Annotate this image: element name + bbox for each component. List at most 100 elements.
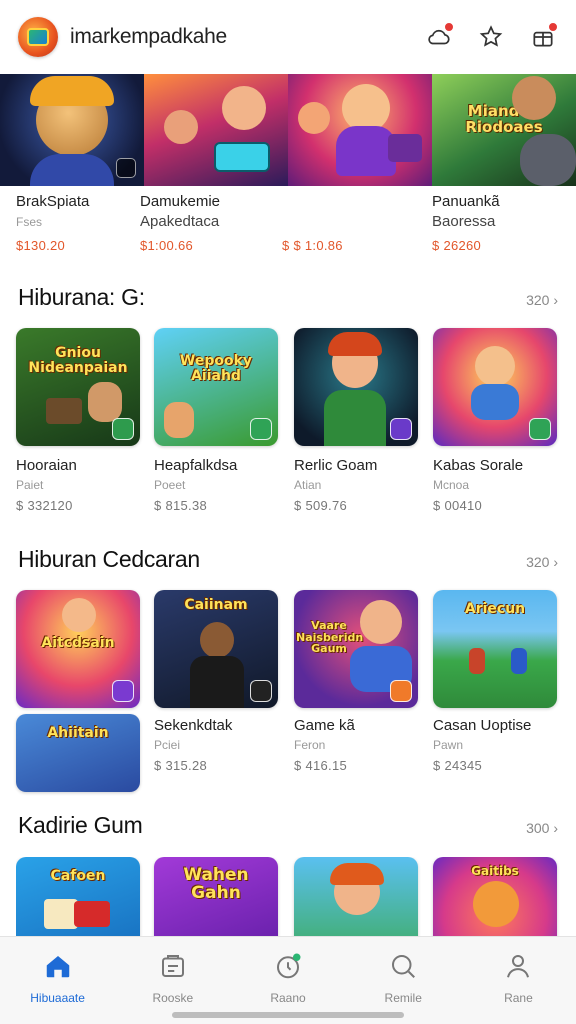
logo-mark <box>27 28 49 46</box>
nav-item-search[interactable]: Remile <box>346 937 461 1024</box>
platform-badge-icon <box>390 680 412 702</box>
nav-label: Remile <box>384 991 422 1005</box>
profile-icon <box>507 955 530 978</box>
game-meta[interactable]: Kabas Sorale Mcnoa $ 00410 <box>433 456 563 513</box>
game-tile[interactable]: Vaare Naisberidn Gaum <box>294 590 418 708</box>
game-meta[interactable]: Hooraian Paiet $ 332120 <box>16 456 146 513</box>
banner-subtitle: Apakedtaca <box>140 213 220 230</box>
banner-price: $ $ 1:0.86 <box>282 238 343 253</box>
game-tile[interactable]: Wahen Gahn <box>154 857 278 937</box>
platform-badge-icon <box>250 680 272 702</box>
device-art <box>46 398 82 424</box>
game-tile[interactable]: Aitcdsain <box>16 590 140 708</box>
section-header: Hiburana: G: 320 › <box>18 284 558 311</box>
nav-item-store[interactable]: Rooske <box>115 937 230 1024</box>
character-art <box>475 346 515 386</box>
banner-name: Panuankã <box>432 193 500 210</box>
platform-badge-icon <box>116 158 136 178</box>
platform-badge-icon <box>112 680 134 702</box>
character-art <box>88 382 122 422</box>
banner-price: $130.20 <box>16 238 66 253</box>
character-hair-art <box>328 332 382 356</box>
nav-item-profile[interactable]: Rane <box>461 937 576 1024</box>
nav-item-home[interactable]: Hibuaaate <box>0 937 115 1024</box>
game-tile[interactable] <box>294 328 418 446</box>
section-title: Hiburan Cedcaran <box>18 546 200 572</box>
game-grid: Cafoen Wahen Gahn Gaitibs <box>16 857 562 937</box>
cloud-alert-icon[interactable] <box>424 22 454 52</box>
notification-dot <box>444 22 454 32</box>
game-meta[interactable]: Sekenkdtak Pciei $ 315.28 <box>154 716 284 773</box>
game-name: Sekenkdtak <box>154 717 233 734</box>
character-art <box>164 110 198 144</box>
game-category: Atian <box>294 478 322 492</box>
see-all-link[interactable]: 320 › <box>526 554 558 570</box>
app-logo[interactable] <box>18 17 58 57</box>
nav-label: Rooske <box>152 991 194 1005</box>
game-tile[interactable] <box>433 328 557 446</box>
game-tile[interactable]: Caiinam <box>154 590 278 708</box>
see-all-link[interactable]: 300 › <box>526 820 558 836</box>
see-all-link[interactable]: 320 › <box>526 292 558 308</box>
game-meta[interactable]: Game kã Feron $ 416.15 <box>294 716 424 773</box>
home-indicator[interactable] <box>172 1012 404 1018</box>
character-body-art <box>336 126 396 176</box>
device-art <box>388 134 422 162</box>
tile-title: Aitcdsain <box>41 635 115 651</box>
game-tile[interactable]: Gaitibs <box>433 857 557 937</box>
search-icon <box>392 955 416 978</box>
banner-subtitle: Baoressa <box>432 213 496 230</box>
character-art <box>342 84 390 132</box>
nav-item-discover[interactable]: Raano <box>230 937 345 1024</box>
notification-dot <box>548 22 558 32</box>
game-tile[interactable] <box>294 857 418 937</box>
character-art <box>473 881 519 927</box>
game-category: Pawn <box>433 738 464 752</box>
platform-badge-icon <box>112 418 134 440</box>
featured-banner-row: Mianden Riodoaes <box>0 74 576 186</box>
game-name: Rerlic Goam <box>294 457 378 474</box>
app-header: imarkempadkahe <box>0 0 576 74</box>
banner-name: BrakSpiata <box>16 193 90 210</box>
character-art <box>62 598 96 632</box>
banner-caption[interactable]: BrakSpiata Fses $130.20 <box>16 192 156 253</box>
star-outline-icon[interactable] <box>476 22 506 52</box>
character-art <box>164 402 194 438</box>
tile-title: Caiinam <box>184 597 248 613</box>
banner-caption[interactable]: Damukemie Apakedtaca $1:00.66 <box>140 192 280 253</box>
player-art <box>469 648 485 674</box>
character-hair-art <box>330 863 384 885</box>
game-meta[interactable]: Heapfalkdsa Poeet $ 815.38 <box>154 456 284 513</box>
game-category: Pciei <box>154 738 181 752</box>
game-tile[interactable]: Ahiitain <box>16 714 140 792</box>
banner-price: $ 26260 <box>432 238 482 253</box>
character-helmet-art <box>30 76 114 106</box>
game-name: Game kã <box>294 717 355 734</box>
game-price: $ 315.28 <box>154 758 208 773</box>
character-body-art <box>190 656 244 708</box>
game-tile[interactable]: Gniou Nideanpaian <box>16 328 140 446</box>
banner-card[interactable]: Mianden Riodoaes <box>432 74 576 186</box>
section-title: Kadirie Gum <box>18 812 143 838</box>
character-art <box>360 600 402 644</box>
game-meta[interactable]: Casan Uoptise Pawn $ 24345 <box>433 716 563 773</box>
game-category: Poeet <box>154 478 186 492</box>
section-header: Kadirie Gum 300 › <box>18 812 558 839</box>
banner-card[interactable] <box>0 74 144 186</box>
game-meta[interactable]: Rerlic Goam Atian $ 509.76 <box>294 456 424 513</box>
gift-icon[interactable] <box>528 22 558 52</box>
game-tile[interactable]: Cafoen <box>16 857 140 937</box>
game-price: $ 416.15 <box>294 758 348 773</box>
game-tile[interactable]: Ariecun <box>433 590 557 708</box>
banner-name: Damukemie <box>140 193 221 210</box>
banner-card[interactable] <box>144 74 288 186</box>
banner-caption[interactable]: Panuankã Baoressa $ 26260 <box>432 192 572 253</box>
section-header: Hiburan Cedcaran 320 › <box>18 546 558 573</box>
game-name: Heapfalkdsa <box>154 457 238 474</box>
box-art <box>44 899 78 929</box>
banner-card[interactable] <box>288 74 432 186</box>
game-tile[interactable]: Wepooky Aiiahd <box>154 328 278 446</box>
game-name: Hooraian <box>16 457 77 474</box>
banner-caption[interactable]: $ $ 1:0.86 <box>282 232 422 253</box>
character-art <box>222 86 266 130</box>
